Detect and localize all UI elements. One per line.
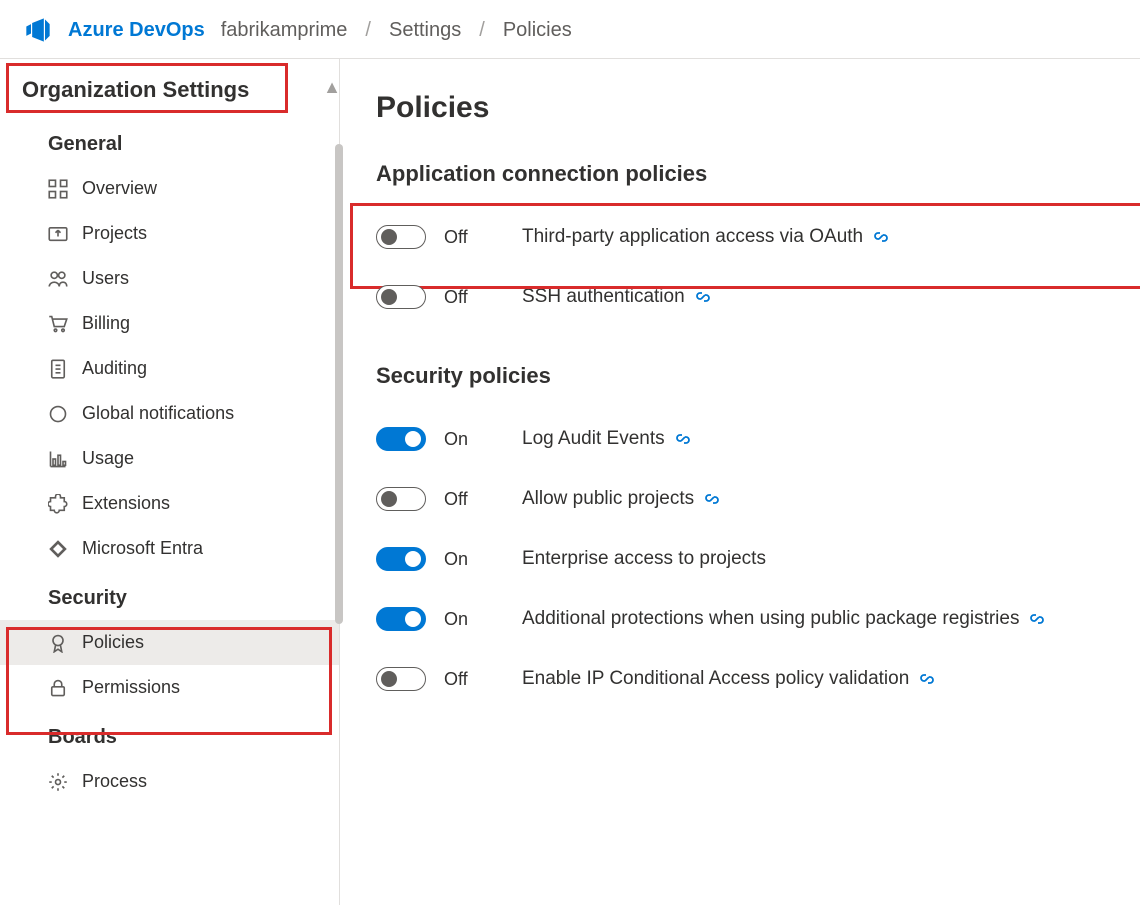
toggle-log-audit[interactable] — [376, 427, 426, 451]
lock-icon — [48, 678, 68, 698]
policy-label-text: Enable IP Conditional Access policy vali… — [522, 668, 909, 690]
cart-icon — [48, 314, 68, 334]
policy-label: Log Audit Events — [522, 428, 691, 450]
link-icon[interactable] — [695, 289, 711, 305]
policy-label: Enable IP Conditional Access policy vali… — [522, 668, 935, 690]
toggle-oauth[interactable] — [376, 225, 426, 249]
sidebar-item-label: Auditing — [82, 358, 147, 379]
sidebar-item-usage[interactable]: Usage — [0, 436, 339, 481]
policy-label: Allow public projects — [522, 488, 720, 510]
link-icon[interactable] — [675, 431, 691, 447]
sidebar-item-label: Overview — [82, 178, 157, 199]
chat-icon — [48, 404, 68, 424]
section-header-general: General — [0, 117, 339, 166]
sidebar-item-projects[interactable]: Projects — [0, 211, 339, 256]
sidebar-item-label: Extensions — [82, 493, 170, 514]
sidebar-item-global-notifications[interactable]: Global notifications — [0, 391, 339, 436]
sidebar-item-label: Global notifications — [82, 403, 234, 424]
breadcrumb-separator: / — [479, 19, 485, 42]
sidebar-item-label: Process — [82, 771, 147, 792]
policy-label: Additional protections when using public… — [522, 608, 1045, 630]
policy-row-public-projects: Off Allow public projects — [376, 469, 1120, 529]
toggle-state-label: On — [444, 549, 504, 570]
policy-section-title: Application connection policies — [376, 161, 1120, 187]
sidebar-item-billing[interactable]: Billing — [0, 301, 339, 346]
section-header-boards: Boards — [0, 710, 339, 759]
link-icon[interactable] — [704, 491, 720, 507]
header: Azure DevOps fabrikamprime / Settings / … — [0, 0, 1140, 59]
sidebar-item-label: Users — [82, 268, 129, 289]
policy-label-text: SSH authentication — [522, 286, 685, 308]
sidebar-item-microsoft-entra[interactable]: Microsoft Entra — [0, 526, 339, 571]
policy-section-app-connection: Application connection policies Off Thir… — [376, 161, 1120, 327]
policy-label: SSH authentication — [522, 286, 711, 308]
policy-row-enterprise-access: On Enterprise access to projects — [376, 529, 1120, 589]
toggle-ssh[interactable] — [376, 285, 426, 309]
toggle-public-projects[interactable] — [376, 487, 426, 511]
policy-row-oauth: Off Third-party application access via O… — [376, 207, 1120, 267]
scroll-up-icon[interactable]: ▲ — [323, 77, 341, 98]
sidebar-item-overview[interactable]: Overview — [0, 166, 339, 211]
sidebar-item-label: Usage — [82, 448, 134, 469]
sidebar-item-label: Permissions — [82, 677, 180, 698]
sidebar: ▲ Organization Settings General Overview… — [0, 59, 340, 905]
policy-label-text: Third-party application access via OAuth — [522, 226, 863, 248]
sidebar-item-label: Billing — [82, 313, 130, 334]
toggle-enterprise-access[interactable] — [376, 547, 426, 571]
sidebar-item-policies[interactable]: Policies — [0, 620, 339, 665]
diamond-icon — [48, 539, 68, 559]
policy-section-title: Security policies — [376, 363, 1120, 389]
notebook-icon — [48, 359, 68, 379]
link-icon[interactable] — [873, 229, 889, 245]
policy-label-text: Enterprise access to projects — [522, 548, 766, 570]
sidebar-item-permissions[interactable]: Permissions — [0, 665, 339, 710]
upload-icon — [48, 224, 68, 244]
breadcrumb-org[interactable]: fabrikamprime — [221, 19, 348, 42]
breadcrumb-separator: / — [365, 19, 371, 42]
sidebar-item-process[interactable]: Process — [0, 759, 339, 804]
users-icon — [48, 269, 68, 289]
link-icon[interactable] — [919, 671, 935, 687]
sidebar-item-label: Policies — [82, 632, 144, 653]
puzzle-icon — [48, 494, 68, 514]
breadcrumb: fabrikamprime / Settings / Policies — [221, 19, 572, 42]
toggle-package-registries[interactable] — [376, 607, 426, 631]
main-content: Policies Application connection policies… — [340, 59, 1140, 905]
gear-icon — [48, 772, 68, 792]
sidebar-item-label: Projects — [82, 223, 147, 244]
policy-row-log-audit: On Log Audit Events — [376, 409, 1120, 469]
policy-row-ssh: Off SSH authentication — [376, 267, 1120, 327]
sidebar-item-extensions[interactable]: Extensions — [0, 481, 339, 526]
badge-icon — [48, 633, 68, 653]
policy-row-ip-conditional: Off Enable IP Conditional Access policy … — [376, 649, 1120, 709]
toggle-state-label: On — [444, 429, 504, 450]
grid-icon — [48, 179, 68, 199]
policy-row-package-registries: On Additional protections when using pub… — [376, 589, 1120, 649]
toggle-state-label: Off — [444, 489, 504, 510]
azure-devops-logo-icon — [24, 16, 52, 44]
toggle-state-label: Off — [444, 287, 504, 308]
page-title: Policies — [376, 91, 1120, 125]
sidebar-title: Organization Settings — [0, 77, 339, 117]
policy-label-text: Log Audit Events — [522, 428, 665, 450]
sidebar-item-users[interactable]: Users — [0, 256, 339, 301]
breadcrumb-policies[interactable]: Policies — [503, 19, 572, 42]
policy-label-text: Additional protections when using public… — [522, 608, 1019, 630]
link-icon[interactable] — [1029, 611, 1045, 627]
toggle-ip-conditional[interactable] — [376, 667, 426, 691]
toggle-state-label: Off — [444, 669, 504, 690]
toggle-state-label: On — [444, 609, 504, 630]
policy-label: Enterprise access to projects — [522, 548, 766, 570]
policy-label-text: Allow public projects — [522, 488, 694, 510]
brand-link[interactable]: Azure DevOps — [68, 19, 205, 42]
sidebar-item-auditing[interactable]: Auditing — [0, 346, 339, 391]
breadcrumb-settings[interactable]: Settings — [389, 19, 461, 42]
sidebar-item-label: Microsoft Entra — [82, 538, 203, 559]
policy-label: Third-party application access via OAuth — [522, 226, 889, 248]
toggle-state-label: Off — [444, 227, 504, 248]
chart-icon — [48, 449, 68, 469]
section-header-security: Security — [0, 571, 339, 620]
policy-section-security: Security policies On Log Audit Events Of… — [376, 363, 1120, 709]
